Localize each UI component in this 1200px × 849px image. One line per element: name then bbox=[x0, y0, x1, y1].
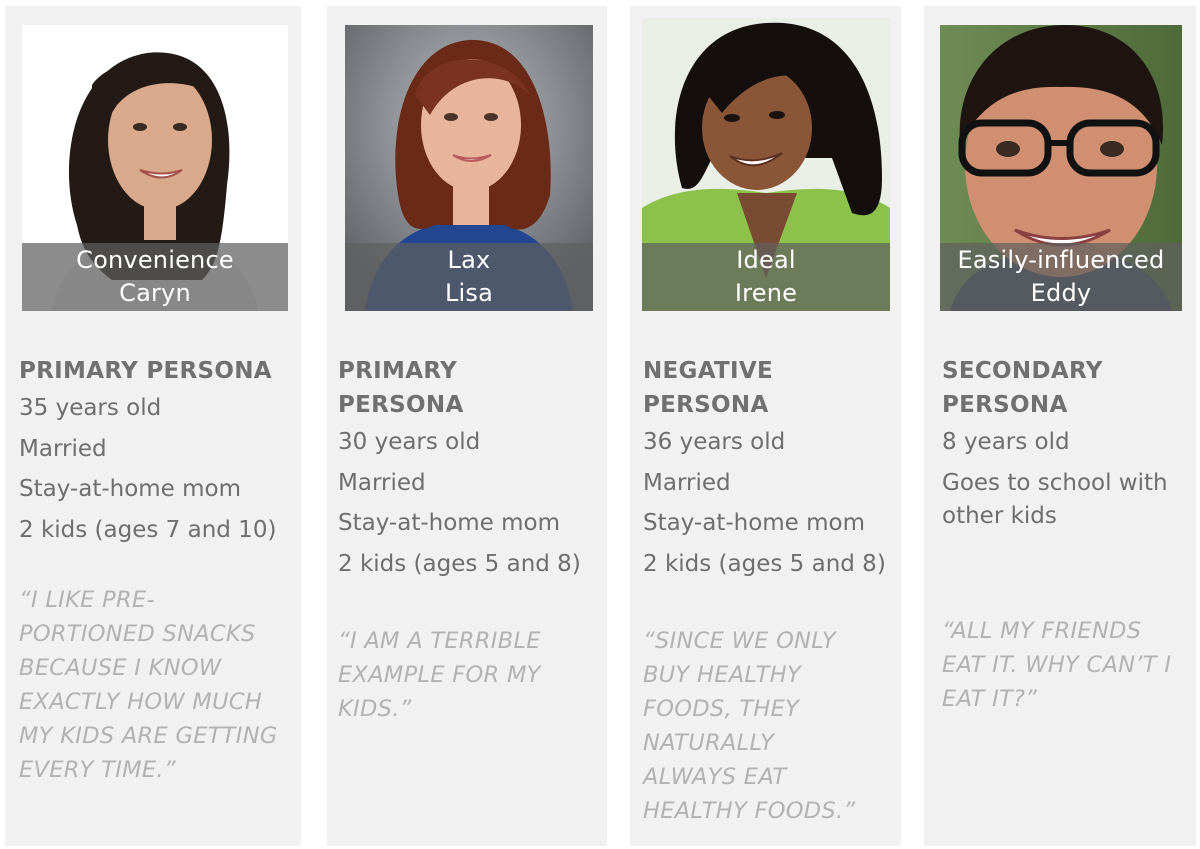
persona-board: Convenience Caryn PRIMARY PERSONA 35 yea… bbox=[0, 0, 1200, 849]
fact-age: 35 years old bbox=[19, 395, 162, 421]
fact-age: 36 years old bbox=[643, 429, 786, 455]
persona-name-last: Eddy bbox=[1030, 279, 1092, 307]
fact-kids: 2 kids (ages 7 and 10) bbox=[19, 516, 277, 543]
fact-school: Goes to school with other kids bbox=[942, 469, 1168, 530]
persona-name-first: Convenience bbox=[76, 246, 234, 274]
persona-role: SECONDARY PERSONA bbox=[942, 358, 1103, 418]
persona-quote: “All my friends eat it. Why can’t I eat … bbox=[942, 617, 1172, 712]
persona-photo-eddy: Easily-influenced Eddy bbox=[940, 25, 1182, 311]
persona-card-lisa: Lax Lisa PRIMARY PERSONA 30 years old Ma… bbox=[327, 6, 607, 846]
persona-quote: “I am a terrible example for my kids.” bbox=[338, 628, 541, 722]
persona-facts: 8 years old Goes to school with other ki… bbox=[942, 426, 1192, 534]
persona-facts: 30 years old Married Stay-at-home mom 2 … bbox=[338, 426, 600, 581]
persona-details: SECONDARY PERSONA 8 years old Goes to sc… bbox=[942, 354, 1192, 716]
persona-name-first: Lax bbox=[447, 246, 491, 274]
persona-name-first: Ideal bbox=[736, 246, 796, 274]
fact-marital: Married bbox=[338, 469, 426, 496]
persona-quote: “Since we only buy healthy foods, they n… bbox=[643, 628, 856, 824]
fact-kids: 2 kids (ages 5 and 8) bbox=[643, 550, 886, 577]
persona-name-first: Easily-influenced bbox=[957, 246, 1165, 274]
persona-facts: 36 years old Married Stay-at-home mom 2 … bbox=[643, 426, 898, 581]
fact-kids: 2 kids (ages 5 and 8) bbox=[338, 550, 581, 577]
fact-occupation: Stay-at-home mom bbox=[338, 510, 561, 536]
fact-occupation: Stay-at-home mom bbox=[643, 510, 866, 536]
fact-marital: Married bbox=[19, 435, 107, 462]
persona-card-eddy: Easily-influenced Eddy SECONDARY PERSONA… bbox=[924, 6, 1196, 846]
fact-age: 30 years old bbox=[338, 429, 481, 455]
persona-facts: 35 years old Married Stay-at-home mom 2 … bbox=[19, 392, 297, 547]
persona-photo-caryn: Convenience Caryn bbox=[22, 25, 288, 311]
persona-details: NEGATIVE PERSONA 36 years old Married St… bbox=[643, 354, 898, 828]
persona-name-band: Easily-influenced Eddy bbox=[940, 243, 1182, 311]
fact-marital: Married bbox=[643, 469, 731, 496]
persona-details: PRIMARY PERSONA 35 years old Married Sta… bbox=[19, 354, 297, 787]
fact-occupation: Stay-at-home mom bbox=[19, 476, 242, 502]
persona-photo-lisa: Lax Lisa bbox=[345, 25, 593, 311]
persona-role: PRIMARY PERSONA bbox=[338, 358, 464, 418]
persona-photo-irene: Ideal Irene bbox=[642, 18, 890, 311]
persona-quote: “I like pre-portioned snacks because I k… bbox=[19, 587, 278, 783]
persona-name-band: Convenience Caryn bbox=[22, 243, 288, 311]
persona-name-last: Lisa bbox=[444, 279, 494, 307]
persona-details: PRIMARY PERSONA 30 years old Married Sta… bbox=[338, 354, 600, 726]
persona-name-last: Irene bbox=[734, 279, 798, 307]
persona-card-irene: Ideal Irene NEGATIVE PERSONA 36 years ol… bbox=[630, 6, 901, 846]
persona-role: NEGATIVE PERSONA bbox=[643, 358, 774, 418]
persona-role: PRIMARY PERSONA bbox=[19, 358, 272, 384]
persona-card-caryn: Convenience Caryn PRIMARY PERSONA 35 yea… bbox=[5, 6, 301, 846]
persona-name-last: Caryn bbox=[119, 279, 191, 307]
fact-age: 8 years old bbox=[942, 429, 1070, 455]
persona-name-band: Ideal Irene bbox=[642, 243, 890, 311]
persona-name-band: Lax Lisa bbox=[345, 243, 593, 311]
